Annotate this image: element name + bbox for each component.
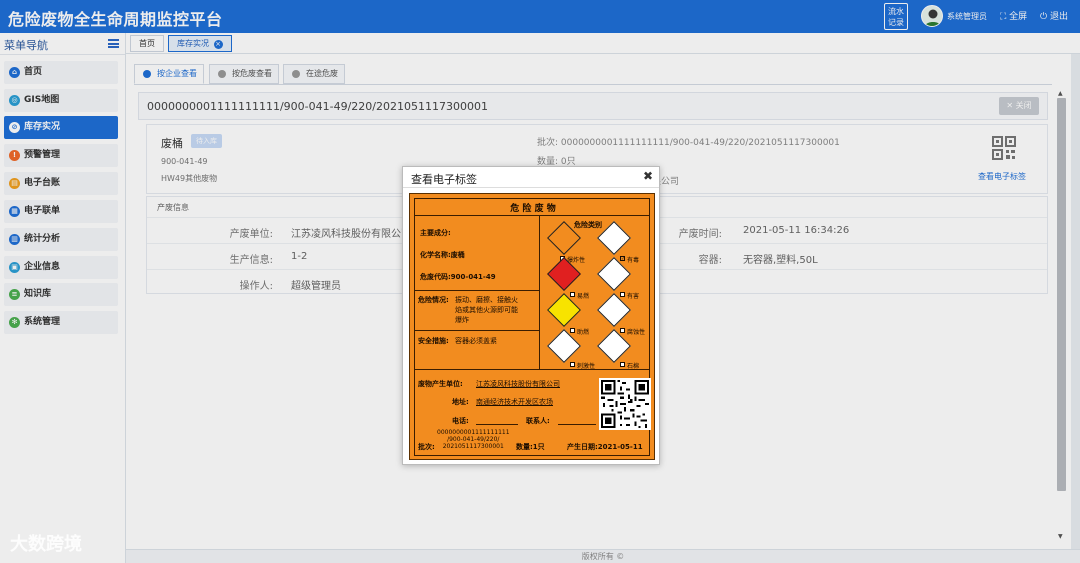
watermark: 大数跨境 bbox=[10, 534, 82, 555]
batch-line: 2021051117300001 bbox=[442, 443, 504, 450]
hazard-situation-label: 危险情况: bbox=[418, 296, 449, 304]
batch-line: 0000000001111111111 bbox=[437, 429, 510, 436]
checkbox-asbestos bbox=[620, 362, 625, 367]
irritant-icon bbox=[547, 329, 581, 363]
main-component: 主要成分: bbox=[420, 229, 451, 237]
cat-name: 石棉 bbox=[627, 363, 640, 370]
hazard-line: 焰或其他火源即可能 bbox=[455, 306, 518, 314]
corrosive-symbol bbox=[596, 293, 631, 330]
close-icon[interactable]: ✖ bbox=[643, 169, 653, 183]
contact-label: 联系人: bbox=[526, 417, 550, 425]
address-value: 南通经济技术开发区农场 bbox=[476, 398, 553, 406]
phone-label: 电话: bbox=[452, 417, 469, 425]
hazard-label: 危 险 废 物 主要成分: 化学名称:废桶 危废代码:900-041-49 危险… bbox=[409, 193, 655, 460]
address-label: 地址: bbox=[452, 398, 469, 406]
label-left-box bbox=[414, 216, 540, 370]
qrcode-icon bbox=[599, 378, 651, 430]
chemical-name: 化学名称:废桶 bbox=[420, 251, 465, 259]
dialog-title: 查看电子标签 bbox=[411, 173, 477, 186]
oxidizer-icon bbox=[547, 293, 581, 327]
harmful-icon bbox=[597, 257, 631, 291]
contact-underline bbox=[558, 424, 596, 425]
corrosive-icon bbox=[597, 293, 631, 327]
hazard-code: 危废代码:900-041-49 bbox=[420, 273, 496, 281]
producer-label: 废物产生单位: bbox=[418, 380, 463, 388]
quantity: 数量:1只 bbox=[516, 443, 545, 451]
irritant-symbol bbox=[546, 329, 581, 366]
harmful-symbol bbox=[596, 257, 631, 294]
cat-name: 刺激性 bbox=[577, 363, 596, 370]
asbestos-icon bbox=[597, 329, 631, 363]
hazard-line: 爆炸 bbox=[455, 316, 469, 324]
produce-date: 产生日期:2021-05-11 bbox=[567, 443, 643, 451]
skull-icon bbox=[597, 221, 631, 255]
batch-label: 批次: bbox=[418, 443, 435, 451]
checkbox-irritant bbox=[570, 362, 575, 367]
e-label-dialog: 查看电子标签 ✖ 危 险 废 物 主要成分: 化学名称:废桶 危废代码:900-… bbox=[402, 166, 660, 465]
safety-label: 安全措施: bbox=[418, 337, 449, 345]
oxidizing-symbol bbox=[546, 293, 581, 330]
asbestos-symbol bbox=[596, 329, 631, 366]
flammable-symbol bbox=[546, 257, 581, 294]
batch-value: 0000000001111111111 /900-041-49/220/ 202… bbox=[437, 429, 510, 450]
safety-text: 容器必须盖紧 bbox=[455, 337, 497, 345]
flame-icon bbox=[547, 257, 581, 291]
producer-value: 江苏凌风科技股份有限公司 bbox=[476, 380, 560, 388]
label-heading: 危 险 废 物 bbox=[510, 204, 556, 214]
toxic-symbol bbox=[596, 221, 631, 258]
explosive-icon bbox=[547, 221, 581, 255]
phone-underline bbox=[476, 424, 518, 425]
batch-line: /900-041-49/220/ bbox=[447, 436, 500, 443]
label-divider bbox=[414, 290, 540, 291]
hazard-line: 振动、磨擦、接触火 bbox=[455, 296, 518, 304]
dialog-divider bbox=[403, 187, 659, 188]
explosive-symbol bbox=[546, 221, 581, 258]
label-divider bbox=[414, 330, 540, 331]
hazard-situation-text: 振动、磨擦、接触火 焰或其他火源即可能 爆炸 bbox=[455, 295, 518, 325]
